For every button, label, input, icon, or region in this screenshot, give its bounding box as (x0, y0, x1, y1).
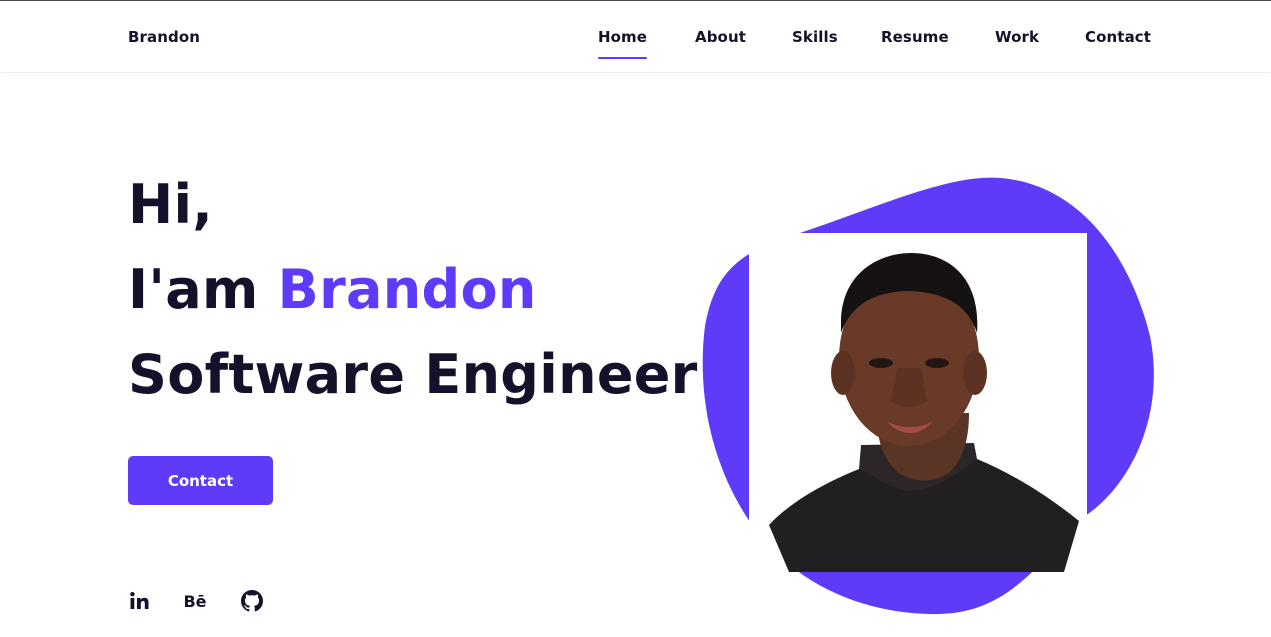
nav-about[interactable]: About (695, 28, 746, 46)
behance-icon[interactable]: Bē (182, 588, 208, 614)
hero-intro-prefix: I'am (128, 258, 278, 321)
site-header: Brandon Home About Skills Resume Work Co… (0, 1, 1271, 73)
hero-intro: I'am Brandon (128, 263, 537, 317)
nav-home[interactable]: Home (598, 28, 648, 59)
profile-photo (749, 233, 1087, 572)
main-nav: Home About Skills Resume Work Contact (0, 28, 1271, 68)
github-icon[interactable] (239, 588, 265, 614)
hero-name: Brandon (277, 258, 537, 321)
nav-contact[interactable]: Contact (1085, 28, 1151, 46)
behance-label: Bē (183, 591, 207, 611)
hero-role: Software Engineer (128, 343, 698, 406)
github-glyph (241, 590, 263, 612)
portrait-illustration (749, 233, 1087, 572)
contact-button[interactable]: Contact (128, 456, 273, 505)
nav-resume[interactable]: Resume (881, 28, 949, 46)
linkedin-icon[interactable] (126, 588, 152, 614)
linkedin-glyph (130, 592, 149, 609)
hero-greeting: Hi, (128, 173, 214, 236)
nav-skills[interactable]: Skills (792, 28, 838, 46)
nav-work[interactable]: Work (995, 28, 1039, 46)
